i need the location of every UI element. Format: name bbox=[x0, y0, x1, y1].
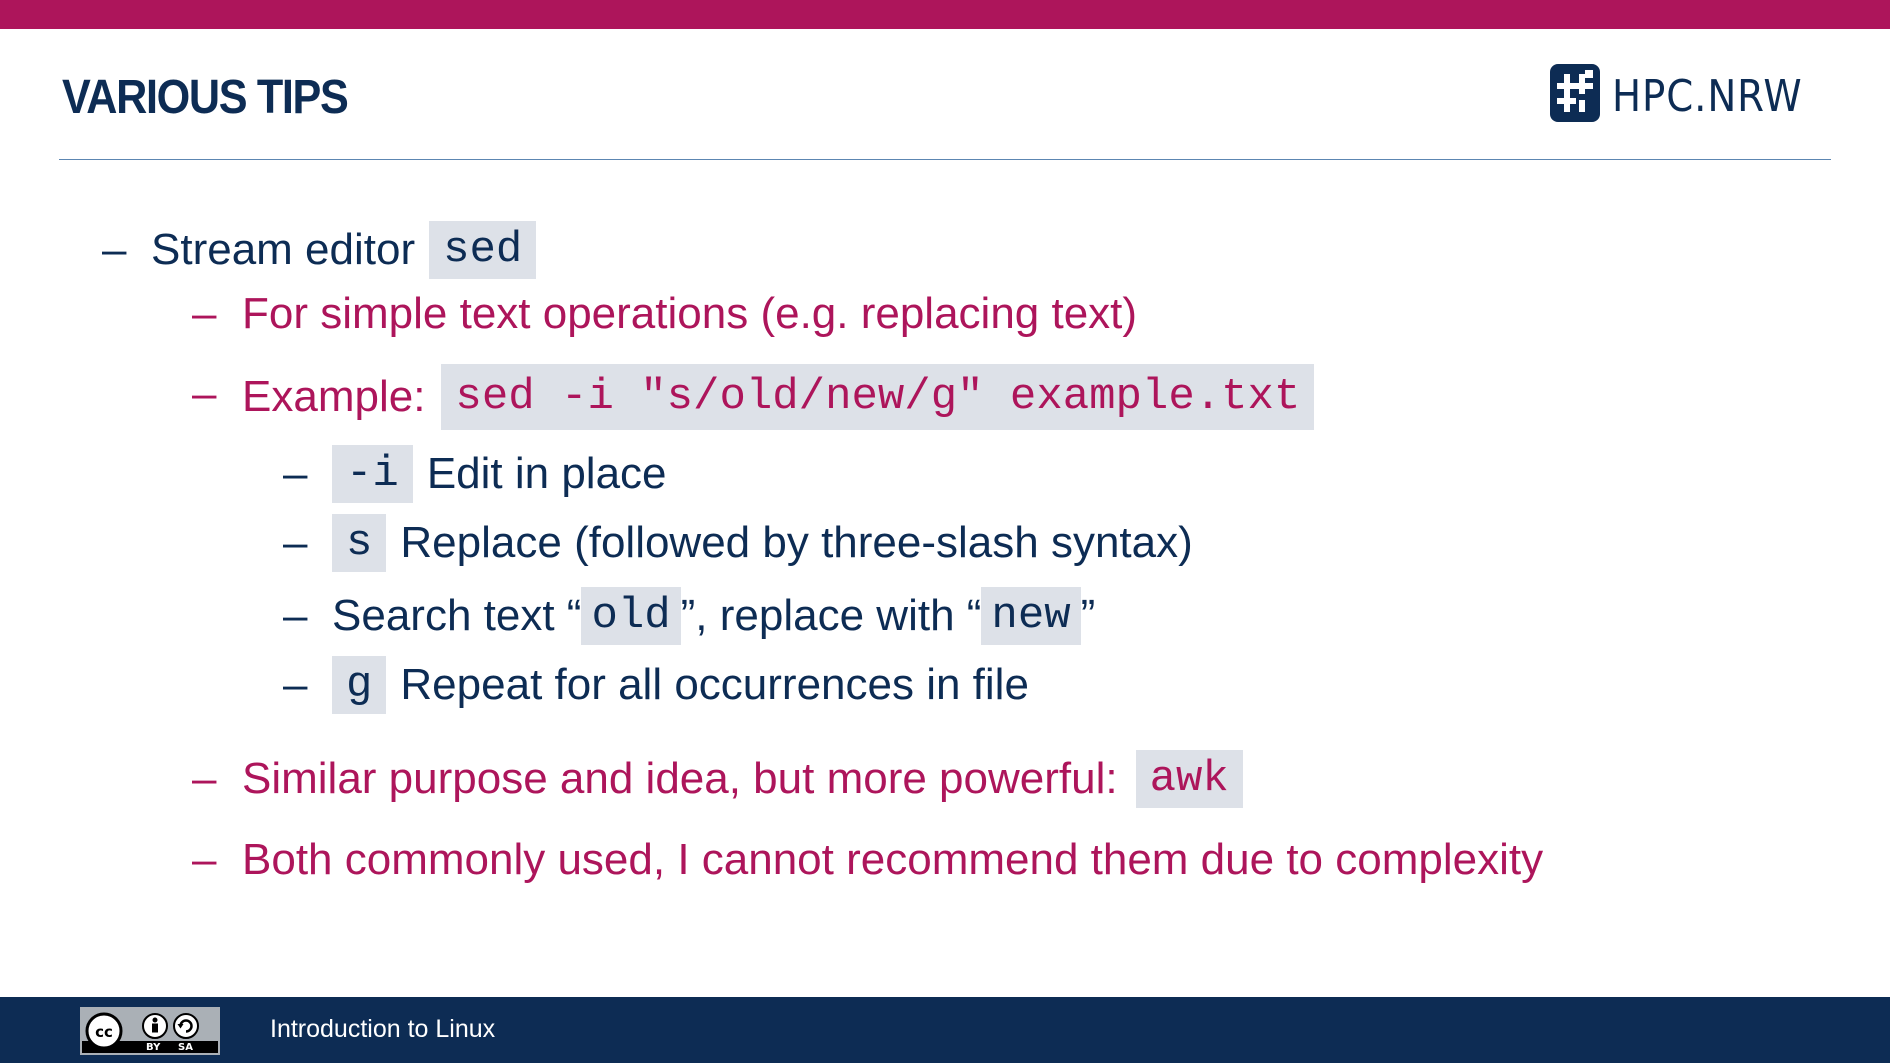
item-text: Similar purpose and idea, but more power… bbox=[242, 754, 1118, 803]
bullet-dash: – bbox=[192, 369, 217, 418]
item-text: For simple text operations (e.g. replaci… bbox=[242, 289, 1138, 338]
bullet-dash: – bbox=[283, 518, 308, 567]
bullet-dash: – bbox=[192, 289, 217, 338]
bullet-dash: – bbox=[192, 754, 217, 803]
code-flag-g: g bbox=[332, 656, 387, 714]
list-item-example: Example: sed -i "s/old/new/g" example.tx… bbox=[242, 364, 1315, 430]
item-text-post: ” bbox=[1080, 591, 1096, 640]
code-example-command: sed -i "s/old/new/g" example.txt bbox=[441, 364, 1315, 430]
bullet-dash: – bbox=[192, 835, 217, 884]
list-item-flag-g: g Repeat for all occurrences in file bbox=[332, 655, 1029, 715]
code-new: new bbox=[981, 587, 1081, 645]
item-text: Stream editor bbox=[151, 225, 416, 274]
bullet-dash: – bbox=[283, 449, 308, 498]
list-item-stream-editor: Stream editor sed bbox=[151, 220, 537, 280]
header-divider bbox=[59, 159, 1831, 160]
item-text: Both commonly used, I cannot recommend t… bbox=[242, 835, 1544, 884]
code-old: old bbox=[581, 587, 681, 645]
cc-by-label: BY bbox=[146, 1042, 161, 1053]
list-item-simple-ops: For simple text operations (e.g. replaci… bbox=[242, 284, 1137, 344]
item-text: Replace (followed by three-slash syntax) bbox=[400, 518, 1193, 567]
code-flag-i: -i bbox=[332, 445, 413, 503]
list-item-both-used: Both commonly used, I cannot recommend t… bbox=[242, 830, 1543, 890]
top-accent-bar bbox=[0, 0, 1890, 29]
list-item-search-replace: Search text “ old ”, replace with “ new … bbox=[332, 586, 1095, 646]
hpc-nrw-logo: HPC.NRW bbox=[1550, 62, 1829, 124]
code-sed: sed bbox=[429, 221, 537, 279]
item-text: Example: bbox=[242, 372, 426, 421]
code-awk: awk bbox=[1135, 750, 1243, 808]
bullet-dash: – bbox=[283, 591, 308, 640]
bullet-dash: – bbox=[102, 225, 127, 274]
item-text-pre: Search text “ bbox=[332, 591, 582, 640]
svg-text:cc: cc bbox=[95, 1023, 113, 1041]
bullet-dash: – bbox=[283, 660, 308, 709]
cc-sa-label: SA bbox=[178, 1042, 193, 1053]
list-item-flag-i: -i Edit in place bbox=[332, 444, 667, 504]
item-text-mid: ”, replace with “ bbox=[680, 591, 982, 640]
code-flag-s: s bbox=[332, 514, 387, 572]
hash-logo-icon bbox=[1550, 64, 1600, 122]
list-item-flag-s: s Replace (followed by three-slash synta… bbox=[332, 513, 1193, 573]
item-text: Edit in place bbox=[426, 449, 667, 498]
logo-text: HPC.NRW bbox=[1612, 71, 1803, 122]
item-text: Repeat for all occurrences in file bbox=[400, 660, 1029, 709]
slide-title: VARIOUS TIPS bbox=[62, 71, 349, 124]
list-item-awk: Similar purpose and idea, but more power… bbox=[242, 749, 1243, 809]
footer-title: Introduction to Linux bbox=[270, 1015, 496, 1043]
cc-by-sa-icon: cc BY SA bbox=[80, 1007, 220, 1055]
